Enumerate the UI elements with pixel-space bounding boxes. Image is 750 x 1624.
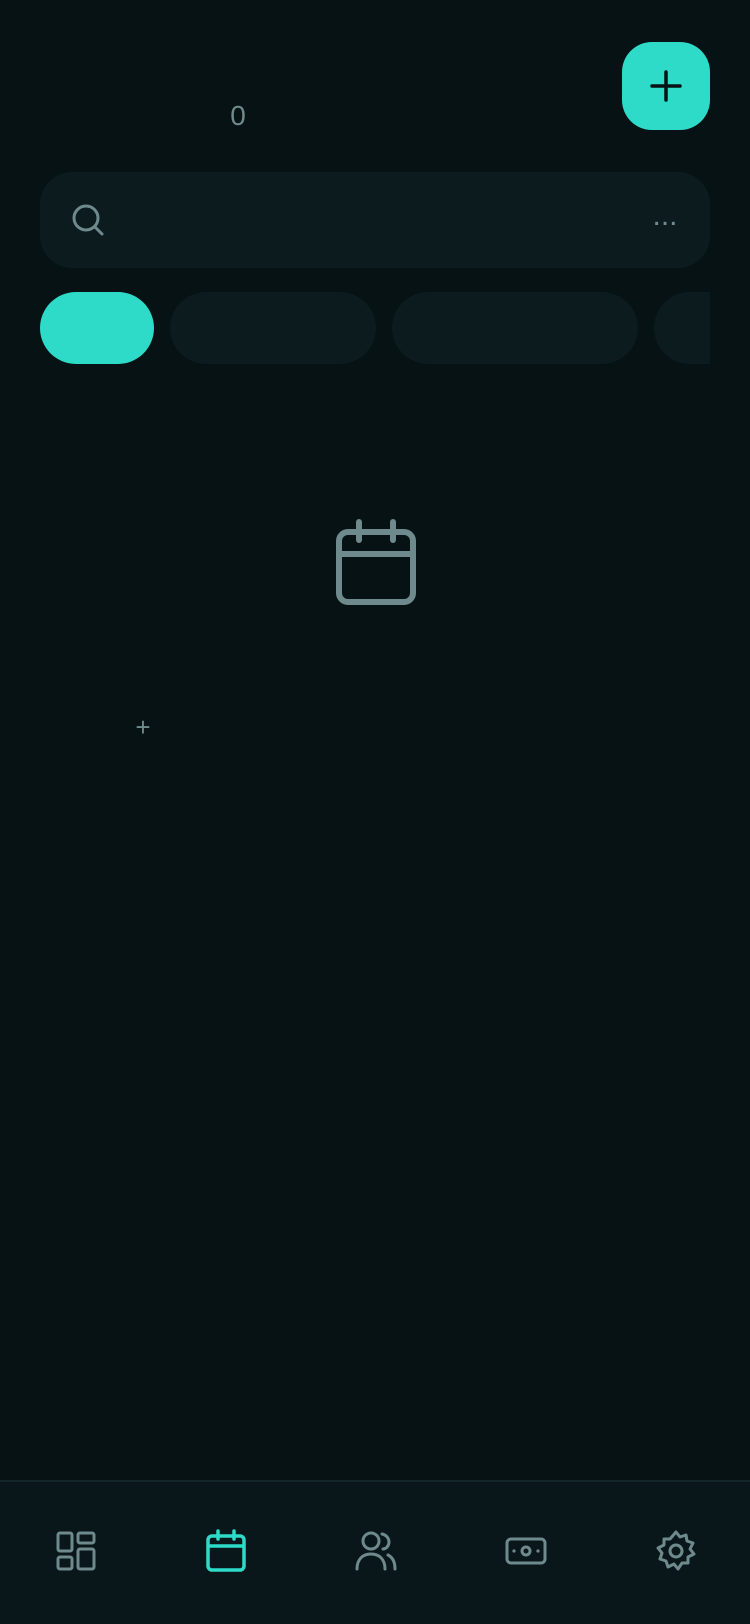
nav-item-payments[interactable]: [486, 1516, 566, 1586]
app-screen: 0 ... +: [0, 0, 750, 1624]
users-icon: [355, 1531, 397, 1571]
add-button[interactable]: [622, 42, 710, 130]
more-options-button[interactable]: ...: [640, 196, 690, 244]
add-event-link[interactable]: +: [128, 712, 158, 742]
filter-chip[interactable]: [392, 292, 638, 364]
filter-chip[interactable]: [170, 292, 376, 364]
search-icon: [72, 204, 104, 236]
nav-item-dashboard[interactable]: [36, 1516, 116, 1586]
bottom-navigation: [0, 1480, 750, 1624]
calendar-icon: [336, 519, 416, 605]
calendar-icon: [206, 1529, 246, 1572]
nav-item-settings[interactable]: [636, 1516, 716, 1586]
money-icon: [505, 1537, 547, 1565]
filter-chip[interactable]: [654, 292, 710, 364]
gear-icon: [656, 1530, 696, 1571]
search-input[interactable]: [124, 172, 604, 268]
nav-item-clients[interactable]: [336, 1516, 416, 1586]
plus-icon: [650, 70, 682, 102]
nav-item-calendar[interactable]: [186, 1516, 266, 1586]
filter-chips: [40, 292, 710, 364]
search-bar[interactable]: ...: [40, 172, 710, 268]
dashboard-icon: [56, 1531, 96, 1571]
event-count: 0: [230, 100, 246, 131]
filter-chip-all[interactable]: [40, 292, 154, 364]
